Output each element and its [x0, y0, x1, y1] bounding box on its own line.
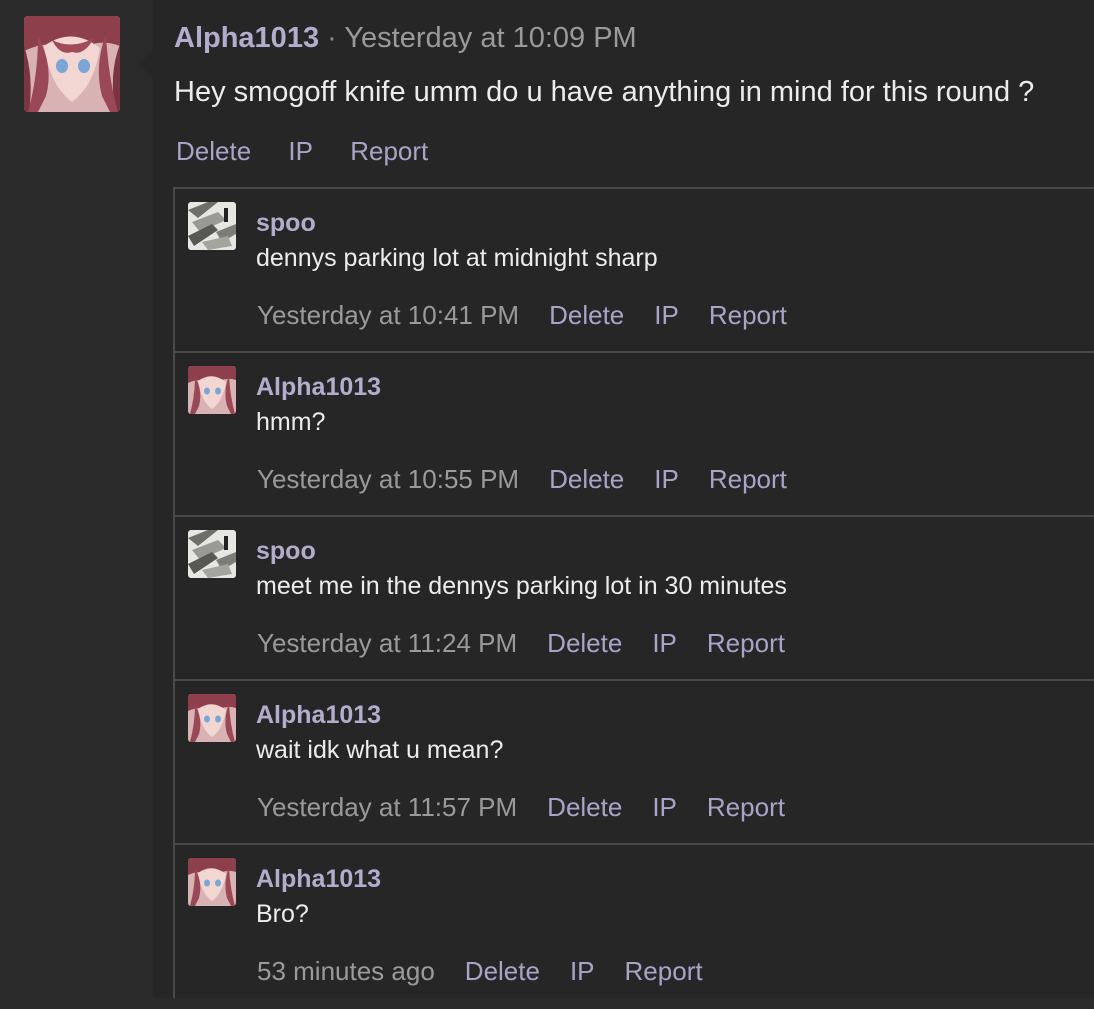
reply-author[interactable]: spoo — [256, 537, 316, 566]
delete-link[interactable]: Delete — [547, 792, 622, 822]
reply-author[interactable]: Alpha1013 — [256, 701, 381, 730]
reply-author[interactable]: Alpha1013 — [256, 373, 381, 402]
delete-link[interactable]: Delete — [465, 956, 540, 986]
ip-link[interactable]: IP — [654, 464, 679, 494]
reply-message: wait idk what u mean? — [256, 736, 504, 764]
ip-link[interactable]: IP — [288, 136, 313, 166]
reply-timestamp[interactable]: Yesterday at 11:24 PM — [257, 628, 517, 658]
header-separator: · — [327, 22, 337, 54]
reply-message: meet me in the dennys parking lot in 30 … — [256, 572, 787, 600]
anime-girl-avatar[interactable] — [188, 694, 236, 742]
post-author[interactable]: Alpha1013 — [174, 22, 319, 54]
reply-author[interactable]: spoo — [256, 209, 316, 238]
reply-meta: Yesterday at 10:41 PM Delete IP Report — [257, 300, 817, 331]
reply-timestamp[interactable]: Yesterday at 10:55 PM — [257, 464, 519, 494]
delete-link[interactable]: Delete — [176, 136, 251, 166]
ip-link[interactable]: IP — [654, 300, 679, 330]
reply-meta: Yesterday at 11:24 PM Delete IP Report — [257, 628, 815, 659]
reply-item: Alpha1013 Bro? 53 minutes ago Delete IP Repor… — [175, 845, 1094, 1009]
reply-list: spoo dennys parking lot at midnight sharp… — [173, 187, 1094, 998]
post-pointer-arrow — [139, 50, 153, 78]
reply-item: Alpha1013 wait idk what u mean? Yesterday … — [175, 681, 1094, 845]
main-post-avatar[interactable] — [24, 16, 120, 112]
post-header: Alpha1013 · Yesterday at 10:09 PM — [174, 22, 637, 55]
reply-message: Bro? — [256, 900, 309, 928]
post-message: Hey smogoff knife umm do u have anything… — [174, 76, 1035, 108]
reply-item: spoo meet me in the dennys parking lot in… — [175, 517, 1094, 681]
report-link[interactable]: Report — [709, 300, 787, 330]
monochrome-avatar[interactable] — [188, 530, 236, 578]
report-link[interactable]: Report — [350, 136, 428, 166]
report-link[interactable]: Report — [625, 956, 703, 986]
monochrome-avatar[interactable] — [188, 202, 236, 250]
post-timestamp[interactable]: Yesterday at 10:09 PM — [344, 22, 636, 54]
report-link[interactable]: Report — [709, 464, 787, 494]
ip-link[interactable]: IP — [652, 792, 677, 822]
reply-author[interactable]: Alpha1013 — [256, 865, 381, 894]
reply-message: dennys parking lot at midnight sharp — [256, 244, 658, 272]
reply-timestamp[interactable]: Yesterday at 10:41 PM — [257, 300, 519, 330]
delete-link[interactable]: Delete — [549, 300, 624, 330]
reply-timestamp[interactable]: 53 minutes ago — [257, 956, 435, 986]
ip-link[interactable]: IP — [652, 628, 677, 658]
reply-item: spoo dennys parking lot at midnight sharp… — [175, 189, 1094, 353]
reply-meta: Yesterday at 10:55 PM Delete IP Report — [257, 464, 817, 495]
reply-meta: Yesterday at 11:57 PM Delete IP Report — [257, 792, 815, 823]
post-actions: Delete IP Report — [176, 136, 458, 167]
anime-girl-avatar[interactable] — [188, 858, 236, 906]
reply-meta: 53 minutes ago Delete IP Report — [257, 956, 733, 987]
avatar-column — [0, 0, 153, 998]
reply-item: Alpha1013 hmm? Yesterday at 10:55 PM Delete… — [175, 353, 1094, 517]
post-container: Alpha1013 · Yesterday at 10:09 PM Hey sm… — [153, 0, 1094, 998]
delete-link[interactable]: Delete — [547, 628, 622, 658]
report-link[interactable]: Report — [707, 628, 785, 658]
reply-timestamp[interactable]: Yesterday at 11:57 PM — [257, 792, 517, 822]
delete-link[interactable]: Delete — [549, 464, 624, 494]
reply-message: hmm? — [256, 408, 326, 436]
anime-girl-avatar[interactable] — [188, 366, 236, 414]
ip-link[interactable]: IP — [570, 956, 595, 986]
report-link[interactable]: Report — [707, 792, 785, 822]
